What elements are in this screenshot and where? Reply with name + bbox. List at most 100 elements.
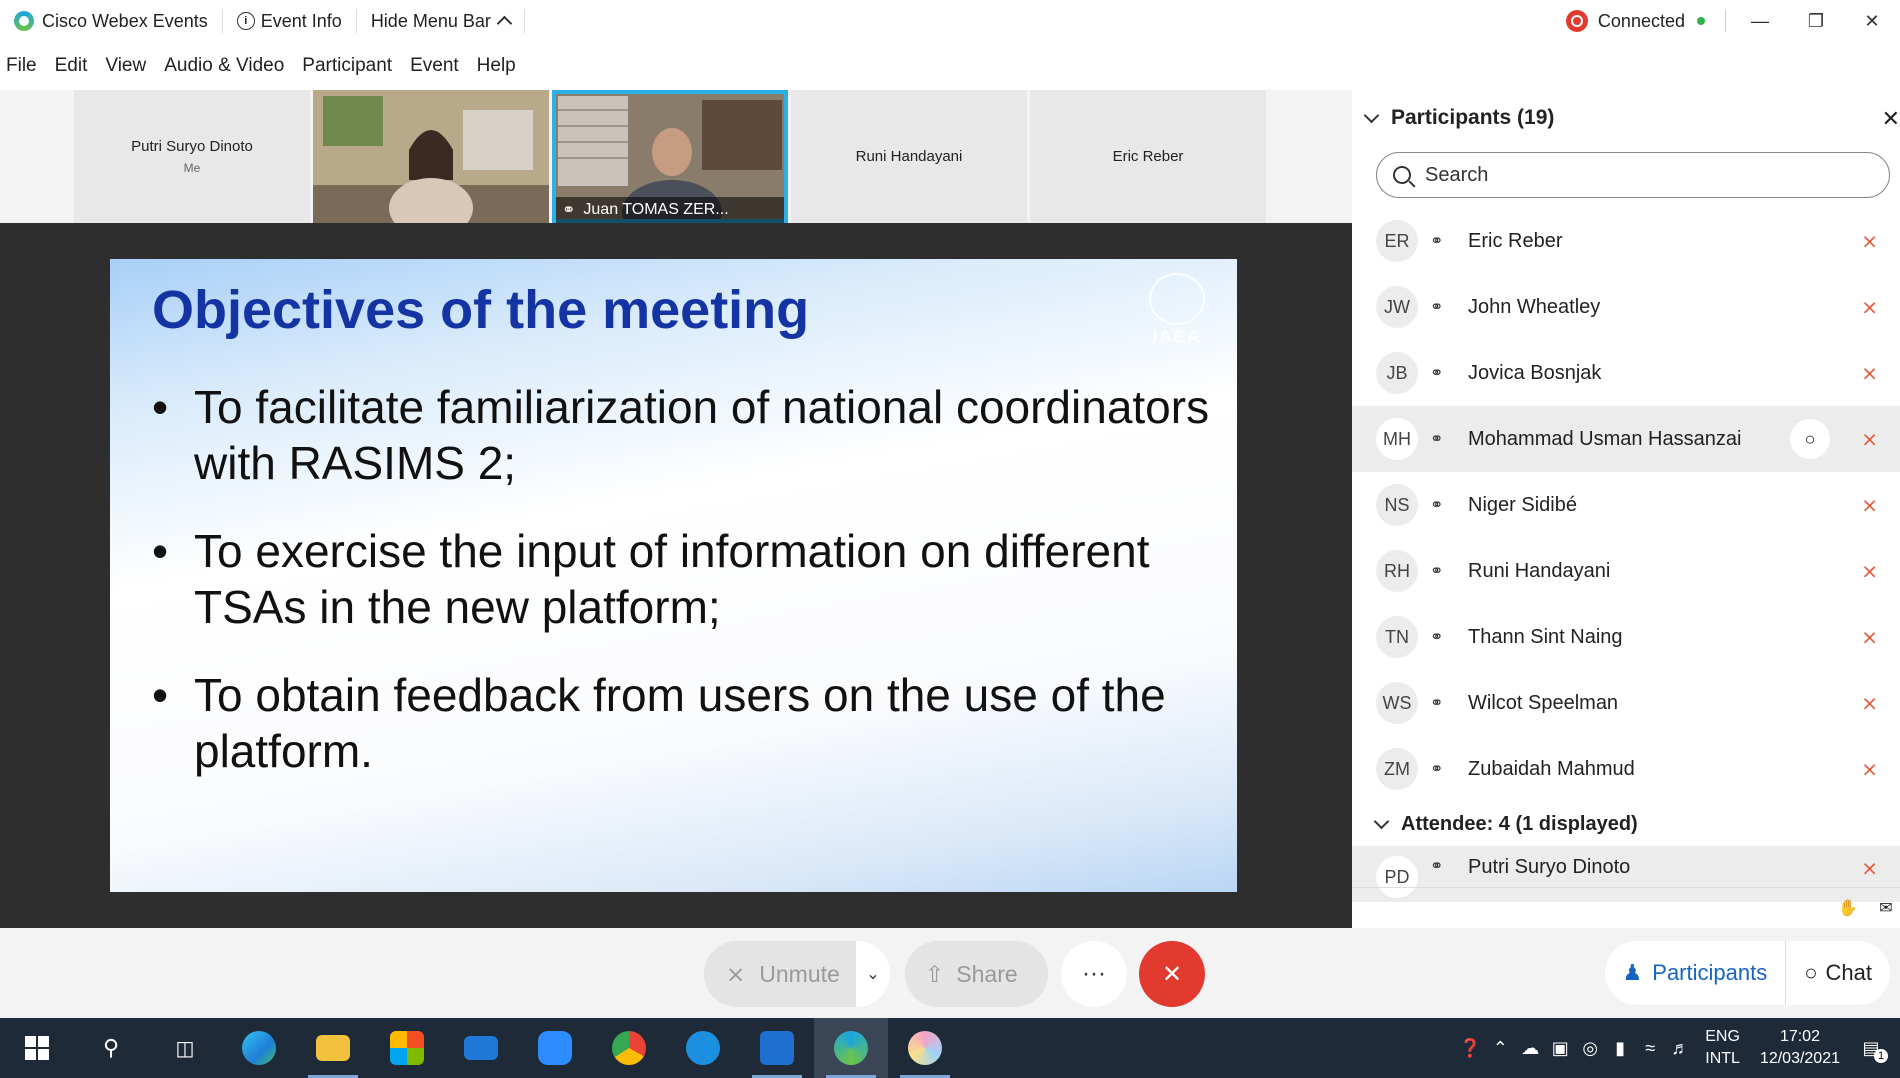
mic-muted-icon[interactable]: ⨯: [1861, 229, 1878, 254]
menu-file[interactable]: File: [0, 55, 46, 77]
video-tile-participant[interactable]: Eric Reber: [1030, 90, 1266, 223]
connection-status-dot: [1697, 17, 1705, 25]
slide-bullet-list: To facilitate familiarization of nationa…: [152, 379, 1212, 811]
video-tile-self[interactable]: Putri Suryo Dinoto Me: [74, 90, 310, 223]
tile-name: Putri Suryo Dinoto: [131, 138, 253, 155]
search-icon: ⚲: [102, 1035, 120, 1060]
participants-panel-title: Participants (19): [1391, 106, 1555, 129]
wifi-icon[interactable]: ≈: [1635, 1038, 1665, 1059]
close-window-button[interactable]: ✕: [1844, 0, 1900, 42]
menu-audio-video[interactable]: Audio & Video: [155, 55, 293, 77]
minimize-button[interactable]: —: [1732, 0, 1788, 42]
chevron-down-icon[interactable]: [1373, 813, 1390, 829]
participant-row[interactable]: NS ⚭ Niger Sidibé ⨯: [1352, 472, 1900, 538]
participant-name: Mohammad Usman Hassanzai: [1468, 427, 1742, 450]
restore-button[interactable]: ❐: [1788, 0, 1844, 42]
presentation-slide: Objectives of the meeting IAEA To facili…: [110, 259, 1237, 892]
taskbar-app-store[interactable]: [370, 1018, 444, 1078]
tab-participants[interactable]: ♟ Participants: [1605, 941, 1787, 1005]
menu-help[interactable]: Help: [468, 55, 525, 77]
megaphone-icon[interactable]: ✉: [1872, 894, 1900, 922]
taskbar-app-webex[interactable]: [814, 1018, 888, 1078]
participants-panel-header[interactable]: Participants (19) ✕: [1352, 90, 1900, 146]
search-button[interactable]: ⚲: [74, 1018, 148, 1078]
cloud-icon[interactable]: ☁: [1515, 1038, 1545, 1059]
mic-muted-icon[interactable]: ⨯: [1861, 559, 1878, 584]
menu-edit[interactable]: Edit: [46, 55, 97, 77]
mic-muted-icon[interactable]: ⨯: [1861, 427, 1878, 452]
avatar: WS: [1376, 682, 1418, 724]
raise-hand-icon[interactable]: ✋: [1834, 894, 1862, 922]
audio-options-dropdown[interactable]: ⌄: [856, 941, 890, 1007]
mic-muted-icon[interactable]: ⨯: [1861, 361, 1878, 386]
task-view-icon: ◫: [175, 1037, 195, 1060]
slide-bullet: To obtain feedback from users on the use…: [152, 667, 1212, 779]
more-options-button[interactable]: ···: [1061, 941, 1127, 1007]
event-info-button[interactable]: i Event Info: [223, 9, 357, 33]
menu-event[interactable]: Event: [401, 55, 468, 77]
tab-chat[interactable]: ○ Chat: [1786, 941, 1890, 1005]
store-icon: [390, 1031, 424, 1065]
mic-muted-icon[interactable]: ⨯: [1861, 625, 1878, 650]
taskbar-app-mail[interactable]: [444, 1018, 518, 1078]
panel-tabs: ♟ Participants ○ Chat: [1604, 941, 1890, 1005]
iaea-emblem-icon: [1149, 273, 1205, 325]
webex-logo-icon: [14, 11, 34, 31]
hide-menu-bar-button[interactable]: Hide Menu Bar: [357, 9, 525, 33]
volume-icon[interactable]: ♬: [1665, 1038, 1695, 1059]
keyboard-layout: INTL: [1705, 1050, 1740, 1067]
recording-icon[interactable]: [1565, 10, 1588, 32]
participant-row[interactable]: WS ⚭ Wilcot Speelman ⨯: [1352, 670, 1900, 736]
taskbar-app-zoom[interactable]: [518, 1018, 592, 1078]
mic-muted-icon[interactable]: ⨯: [1861, 757, 1878, 782]
taskbar-app-paint[interactable]: [888, 1018, 962, 1078]
share-button[interactable]: ⇧ Share: [905, 941, 1048, 1007]
camera-icon[interactable]: ▣: [1545, 1038, 1575, 1059]
taskbar-app-edge[interactable]: [222, 1018, 296, 1078]
help-icon[interactable]: ❓: [1455, 1038, 1485, 1059]
attendee-section-header[interactable]: Attendee: 4 (1 displayed): [1352, 802, 1900, 846]
chevron-down-icon[interactable]: [1363, 107, 1380, 123]
menu-participant[interactable]: Participant: [293, 55, 401, 77]
taskbar-app-generic[interactable]: [666, 1018, 740, 1078]
video-tile-active-speaker[interactable]: ⚭ Juan TOMAS ZER...: [552, 90, 788, 223]
video-tile-camera[interactable]: [313, 90, 549, 223]
mic-muted-icon[interactable]: ⨯: [1861, 493, 1878, 518]
mic-muted-icon[interactable]: ⨯: [1861, 691, 1878, 716]
mic-muted-icon[interactable]: ⨯: [1861, 856, 1878, 881]
battery-icon[interactable]: ▮: [1605, 1038, 1635, 1059]
notification-center-icon[interactable]: ▤ 1: [1856, 1038, 1888, 1063]
participant-row[interactable]: JW ⚭ John Wheatley ⨯: [1352, 274, 1900, 340]
mic-muted-icon[interactable]: ⨯: [1861, 295, 1878, 320]
avatar: JB: [1376, 352, 1418, 394]
participant-row[interactable]: JB ⚭ Jovica Bosnjak ⨯: [1352, 340, 1900, 406]
taskbar-app-chrome[interactable]: [592, 1018, 666, 1078]
task-view-button[interactable]: ◫: [148, 1018, 222, 1078]
chat-bubble-icon[interactable]: ○: [1790, 419, 1830, 459]
headset-icon: ⚭: [1430, 695, 1444, 712]
menu-view[interactable]: View: [96, 55, 155, 77]
avatar: TN: [1376, 616, 1418, 658]
input-language[interactable]: ENG INTL: [1705, 1026, 1740, 1070]
clock[interactable]: 17:02 12/03/2021: [1760, 1026, 1840, 1070]
microphone-icon[interactable]: ◎: [1575, 1038, 1605, 1059]
chevron-up-icon[interactable]: ⌃: [1485, 1038, 1515, 1059]
headset-icon: ⚭: [1430, 233, 1444, 250]
taskbar-app-wps[interactable]: [740, 1018, 814, 1078]
close-panel-icon[interactable]: ✕: [1882, 106, 1900, 132]
search-icon: [1393, 166, 1411, 184]
info-icon: i: [236, 12, 255, 30]
taskbar-app-explorer[interactable]: [296, 1018, 370, 1078]
participant-row[interactable]: ZM ⚭ Zubaidah Mahmud ⨯: [1352, 736, 1900, 802]
participant-name: Thann Sint Naing: [1468, 625, 1623, 648]
participant-name: John Wheatley: [1468, 295, 1601, 318]
participant-search-input[interactable]: Search: [1376, 152, 1890, 198]
participant-row[interactable]: MH ⚭ Mohammad Usman Hassanzai ○ ⨯: [1352, 406, 1900, 472]
unmute-button[interactable]: ⨯ Unmute ⌄: [704, 941, 890, 1007]
leave-meeting-button[interactable]: ✕: [1139, 941, 1205, 1007]
participant-row[interactable]: TN ⚭ Thann Sint Naing ⨯: [1352, 604, 1900, 670]
video-tile-participant[interactable]: Runi Handayani: [791, 90, 1027, 223]
participant-row[interactable]: ER ⚭ Eric Reber ⨯: [1352, 208, 1900, 274]
start-button[interactable]: [0, 1018, 74, 1078]
participant-row[interactable]: RH ⚭ Runi Handayani ⨯: [1352, 538, 1900, 604]
